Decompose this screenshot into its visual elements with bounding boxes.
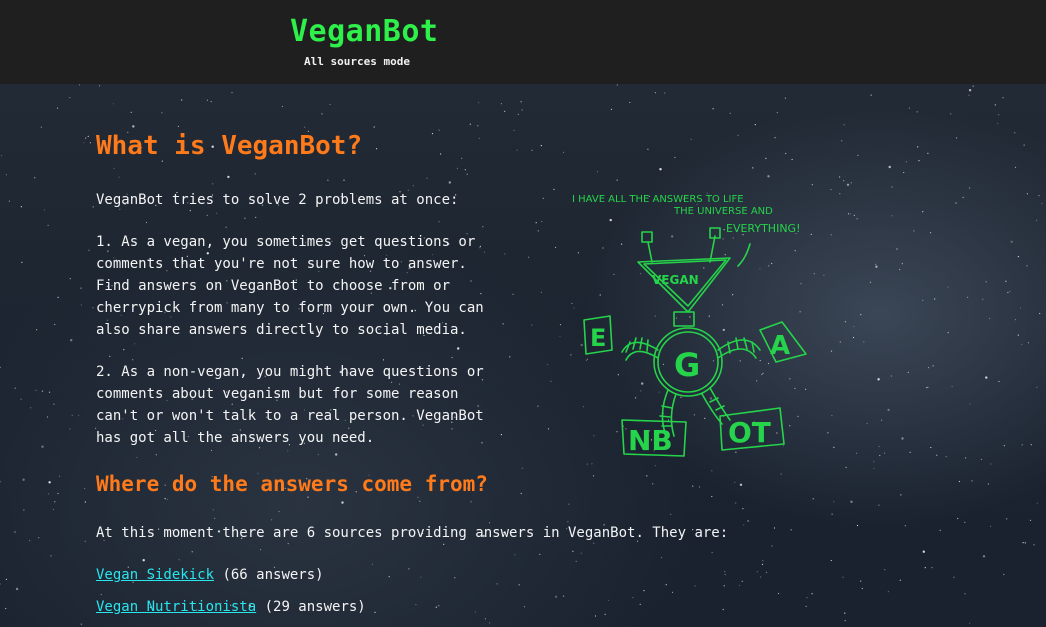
starfield-background bbox=[0, 84, 1046, 627]
site-title[interactable]: VeganBot bbox=[290, 14, 439, 49]
base-letters-nb: NB bbox=[628, 424, 673, 457]
source-answer-count: (29 answers) bbox=[264, 599, 366, 615]
source-answer-count: (66 answers) bbox=[222, 567, 324, 583]
intro-text: VeganBot tries to solve 2 problems at on… bbox=[96, 192, 459, 208]
body-letter-g: G bbox=[674, 346, 700, 384]
block-letter-a: A bbox=[770, 331, 790, 361]
speech-line-1: I HAVE ALL THE ANSWERS TO LIFE bbox=[572, 194, 744, 205]
heading-where-answers-come-from: Where do the answers come from? bbox=[96, 472, 488, 496]
source-link-vegan-nutritionista[interactable]: Vegan Nutritionista bbox=[96, 599, 256, 615]
source-link-vegan-sidekick[interactable]: Vegan Sidekick bbox=[96, 567, 214, 583]
base-letters-ot: OT bbox=[728, 416, 771, 449]
point-one-text: 1. As a vegan, you sometimes get questio… bbox=[96, 234, 484, 338]
block-letter-e: E bbox=[590, 324, 606, 352]
stars-layer bbox=[0, 84, 1043, 625]
point-two-text: 2. As a non-vegan, you might have questi… bbox=[96, 364, 484, 446]
source-item: Vegan Nutritionista (29 answers) bbox=[96, 596, 366, 618]
source-item: Vegan Sidekick (66 answers) bbox=[96, 564, 324, 586]
speech-line-2: THE UNIVERSE AND bbox=[673, 206, 773, 217]
sources-intro-text: At this moment there are 6 sources provi… bbox=[96, 525, 729, 541]
heading-what-is-veganbot: What is VeganBot? bbox=[96, 131, 363, 161]
site-header: VeganBot All sources mode bbox=[0, 0, 1046, 84]
head-letters: VEGAN bbox=[652, 273, 699, 287]
veganbot-robot-illustration: I HAVE ALL THE ANSWERS TO LIFE THE UNIVE… bbox=[572, 194, 807, 457]
speech-line-3: EVERYTHING! bbox=[726, 222, 800, 235]
mode-subtitle: All sources mode bbox=[304, 55, 410, 68]
